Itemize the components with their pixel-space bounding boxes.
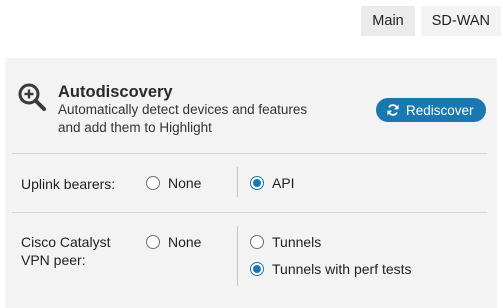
divider — [237, 226, 238, 286]
divider — [237, 167, 238, 197]
cisco-tunnels-option[interactable]: Tunnels — [250, 234, 321, 250]
uplink-none-radio[interactable] — [146, 176, 160, 190]
refresh-icon — [387, 104, 399, 116]
divider — [12, 212, 487, 213]
uplink-none-label: None — [168, 175, 202, 191]
cisco-none-option[interactable]: None — [146, 234, 201, 250]
uplink-none-option[interactable]: None — [146, 175, 201, 191]
cisco-none-radio[interactable] — [146, 235, 160, 249]
settings-panel: Autodiscovery Automatically detect devic… — [5, 58, 497, 308]
rediscover-button-label: Rediscover — [406, 102, 474, 118]
tab-main[interactable]: Main — [361, 6, 415, 36]
uplink-bearers-label: Uplink bearers: — [21, 176, 116, 192]
divider — [12, 153, 487, 154]
cisco-tunnels-perf-label: Tunnels with perf tests — [272, 261, 412, 277]
tab-sd-wan[interactable]: SD-WAN — [420, 6, 501, 36]
rediscover-button[interactable]: Rediscover — [376, 98, 486, 122]
cisco-tunnels-label: Tunnels — [272, 234, 322, 250]
cisco-none-label: None — [168, 234, 202, 250]
uplink-api-label: API — [272, 175, 295, 191]
tab-bar: Main SD-WAN — [361, 6, 501, 36]
section-title: Autodiscovery — [58, 83, 173, 101]
cisco-vpn-peer-label: Cisco Catalyst VPN peer: — [21, 234, 111, 268]
cisco-tunnels-perf-radio[interactable] — [250, 262, 264, 276]
cisco-tunnels-radio[interactable] — [250, 235, 264, 249]
uplink-api-radio[interactable] — [250, 176, 264, 190]
uplink-api-option[interactable]: API — [250, 175, 295, 191]
section-description: Automatically detect devices and feature… — [58, 102, 308, 135]
cisco-tunnels-perf-option[interactable]: Tunnels with perf tests — [250, 261, 412, 277]
magnifier-plus-icon — [18, 83, 46, 111]
